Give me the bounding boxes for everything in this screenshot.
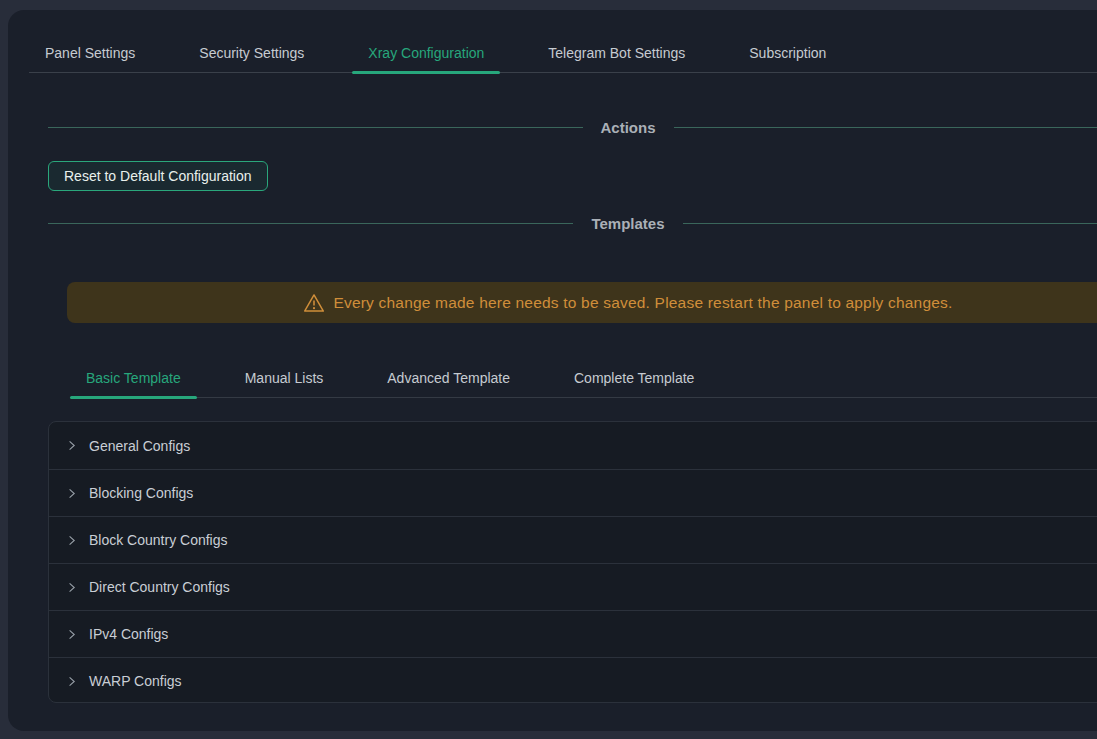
templates-section-title: Templates: [573, 215, 682, 232]
main-tabs: Panel Settings Security Settings Xray Co…: [29, 33, 1097, 73]
warning-alert-text: Every change made here needs to be saved…: [333, 294, 952, 312]
config-collapse: General Configs Blocking Configs Block C…: [48, 421, 1097, 703]
warning-triangle-icon: [303, 292, 325, 314]
collapse-header-label: WARP Configs: [89, 673, 182, 689]
tab-label: Manual Lists: [245, 370, 324, 386]
divider-line: [674, 127, 1097, 128]
collapse-header-label: Blocking Configs: [89, 485, 193, 501]
tab-manual-lists[interactable]: Manual Lists: [229, 358, 340, 397]
tab-panel-settings[interactable]: Panel Settings: [29, 33, 151, 72]
active-subtab-indicator: [70, 396, 197, 399]
collapse-header-label: IPv4 Configs: [89, 626, 168, 642]
collapse-header-label: Direct Country Configs: [89, 579, 230, 595]
collapse-header-label: General Configs: [89, 438, 190, 454]
chevron-right-icon: [65, 581, 78, 594]
tab-label: Subscription: [749, 45, 826, 61]
tab-label: Complete Template: [574, 370, 694, 386]
divider-line: [48, 127, 583, 128]
chevron-right-icon: [65, 675, 78, 688]
actions-section-title: Actions: [583, 119, 674, 136]
collapse-header-blocking-configs[interactable]: Blocking Configs: [49, 469, 1097, 516]
tab-label: Advanced Template: [387, 370, 510, 386]
tab-subscription[interactable]: Subscription: [733, 33, 842, 72]
chevron-right-icon: [65, 487, 78, 500]
tab-label: Panel Settings: [45, 45, 135, 61]
actions-divider: Actions: [48, 115, 1097, 139]
tab-label: Security Settings: [199, 45, 304, 61]
collapse-header-general-configs[interactable]: General Configs: [49, 422, 1097, 469]
reset-to-default-button[interactable]: Reset to Default Configuration: [48, 161, 268, 191]
collapse-header-ipv4-configs[interactable]: IPv4 Configs: [49, 610, 1097, 657]
templates-divider: Templates: [48, 211, 1097, 235]
template-tabs: Basic Template Manual Lists Advanced Tem…: [70, 358, 1097, 398]
chevron-right-icon: [65, 628, 78, 641]
chevron-right-icon: [65, 439, 78, 452]
collapse-header-direct-country-configs[interactable]: Direct Country Configs: [49, 563, 1097, 610]
tab-basic-template[interactable]: Basic Template: [70, 358, 197, 397]
collapse-header-warp-configs[interactable]: WARP Configs: [49, 657, 1097, 704]
collapse-header-label: Block Country Configs: [89, 532, 228, 548]
collapse-header-block-country-configs[interactable]: Block Country Configs: [49, 516, 1097, 563]
tab-advanced-template[interactable]: Advanced Template: [371, 358, 526, 397]
active-tab-indicator: [352, 71, 500, 74]
tab-telegram-bot-settings[interactable]: Telegram Bot Settings: [532, 33, 701, 72]
warning-alert: Every change made here needs to be saved…: [67, 282, 1097, 323]
divider-line: [683, 223, 1097, 224]
settings-panel: Panel Settings Security Settings Xray Co…: [8, 10, 1097, 731]
tab-complete-template[interactable]: Complete Template: [558, 358, 710, 397]
chevron-right-icon: [65, 534, 78, 547]
tab-label: Basic Template: [86, 370, 181, 386]
tab-label: Telegram Bot Settings: [548, 45, 685, 61]
divider-line: [48, 223, 573, 224]
tab-label: Xray Configuration: [368, 45, 484, 61]
tab-security-settings[interactable]: Security Settings: [183, 33, 320, 72]
tab-xray-configuration[interactable]: Xray Configuration: [352, 33, 500, 72]
